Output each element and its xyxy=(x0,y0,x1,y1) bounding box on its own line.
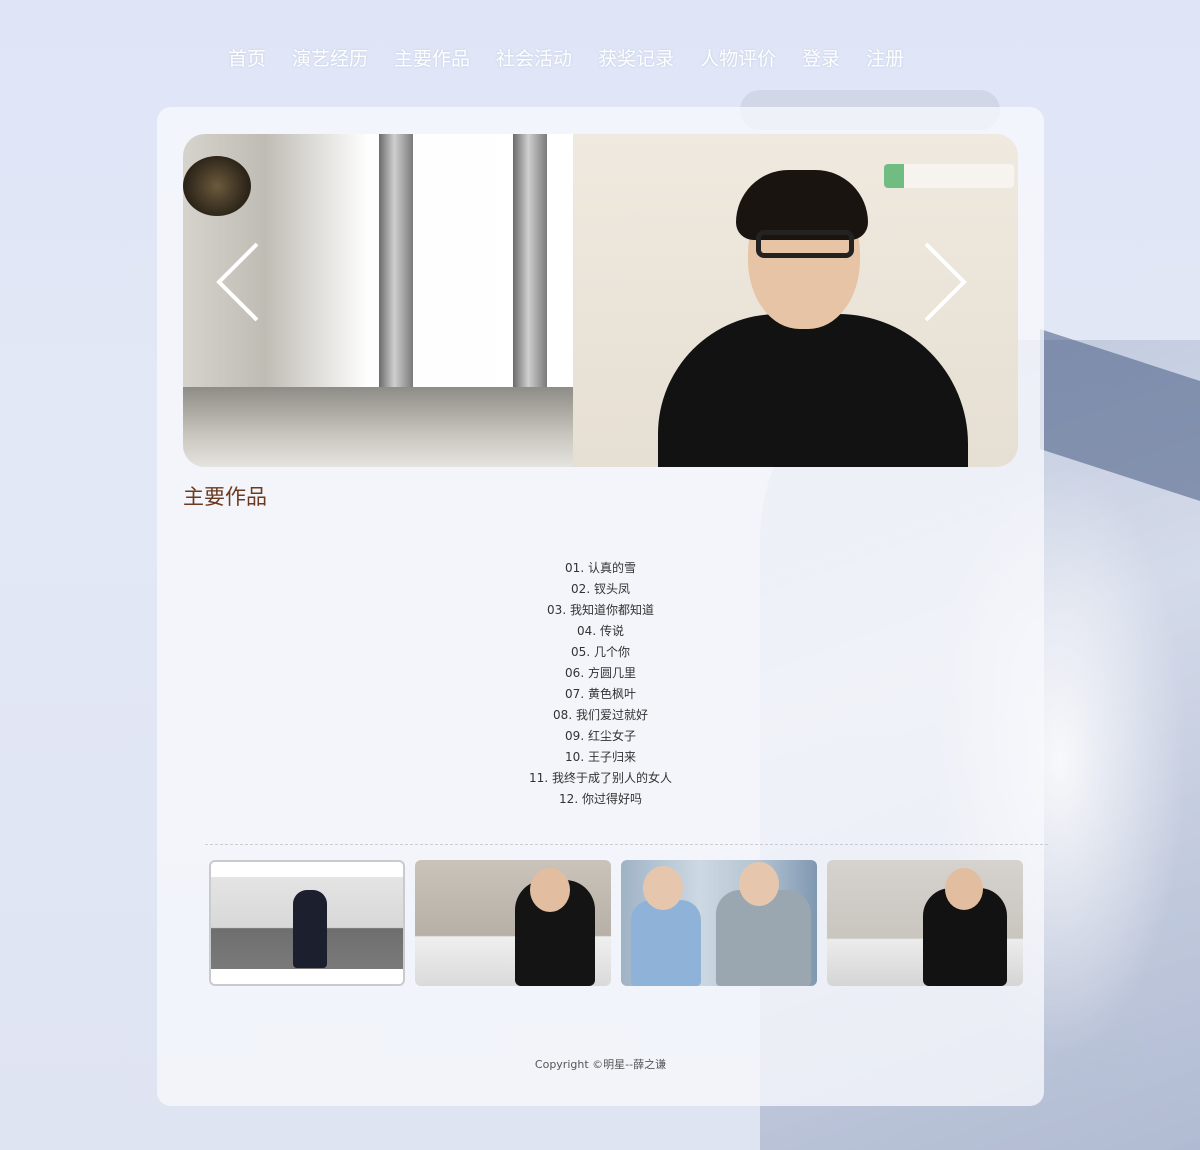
section-title: 主要作品 xyxy=(183,485,267,509)
list-item: 06. 方圆几里 xyxy=(565,666,636,680)
thumbnail-image-detail xyxy=(293,890,327,968)
thumbnail-gallery xyxy=(209,860,1024,987)
thumbnail-image xyxy=(415,860,611,986)
thumbnail-image-detail xyxy=(643,866,683,910)
thumbnail-1[interactable] xyxy=(209,860,405,986)
carousel-prev-button[interactable] xyxy=(215,242,261,322)
nav-item-reviews[interactable]: 人物评价 xyxy=(700,44,776,71)
carousel-image-detail xyxy=(756,230,854,258)
thumbnail-image xyxy=(621,860,817,986)
list-item: 01. 认真的雪 xyxy=(565,561,636,575)
list-item: 10. 王子归来 xyxy=(565,750,636,764)
thumbnail-image-detail xyxy=(945,868,983,910)
main-nav: 首页 演艺经历 主要作品 社会活动 获奖记录 人物评价 登录 注册 xyxy=(228,44,930,71)
dashed-divider xyxy=(205,844,1048,845)
nav-item-login[interactable]: 登录 xyxy=(802,44,840,71)
video-watermark xyxy=(884,164,1014,188)
nav-item-register[interactable]: 注册 xyxy=(866,44,904,71)
thumbnail-image-detail xyxy=(631,900,701,986)
thumbnail-image-detail xyxy=(530,868,570,912)
list-item: 03. 我知道你都知道 xyxy=(547,603,654,617)
list-item: 11. 我终于成了别人的女人 xyxy=(529,771,672,785)
thumbnail-3[interactable] xyxy=(621,860,817,986)
chevron-right-icon xyxy=(922,242,968,322)
nav-item-career[interactable]: 演艺经历 xyxy=(292,44,368,71)
nav-item-activities[interactable]: 社会活动 xyxy=(496,44,572,71)
nav-item-home[interactable]: 首页 xyxy=(228,44,266,71)
list-item: 04. 传说 xyxy=(577,624,624,638)
carousel-next-button[interactable] xyxy=(922,242,968,322)
nav-item-works[interactable]: 主要作品 xyxy=(394,44,470,71)
works-list: 01. 认真的雪 02. 钗头凤 03. 我知道你都知道 04. 传说 05. … xyxy=(157,558,1044,810)
list-item: 12. 你过得好吗 xyxy=(559,792,642,806)
copyright-text: Copyright ©明星--薛之谦 xyxy=(534,1058,667,1071)
thumbnail-2[interactable] xyxy=(415,860,611,986)
thumbnail-4[interactable] xyxy=(827,860,1023,986)
list-item: 05. 几个你 xyxy=(571,645,630,659)
thumbnail-image xyxy=(827,860,1023,986)
list-item: 08. 我们爱过就好 xyxy=(553,708,648,722)
show-logo-badge xyxy=(183,156,251,216)
list-item: 07. 黄色枫叶 xyxy=(565,687,636,701)
list-item: 02. 钗头凤 xyxy=(571,582,630,596)
nav-item-awards[interactable]: 获奖记录 xyxy=(598,44,674,71)
carousel-image-detail xyxy=(183,387,623,467)
thumbnail-image-detail xyxy=(739,862,779,906)
chevron-left-icon xyxy=(215,242,261,322)
content-panel: 主要作品 01. 认真的雪 02. 钗头凤 03. 我知道你都知道 04. 传说… xyxy=(157,107,1048,1106)
list-item: 09. 红尘女子 xyxy=(565,729,636,743)
image-carousel xyxy=(183,134,1018,467)
